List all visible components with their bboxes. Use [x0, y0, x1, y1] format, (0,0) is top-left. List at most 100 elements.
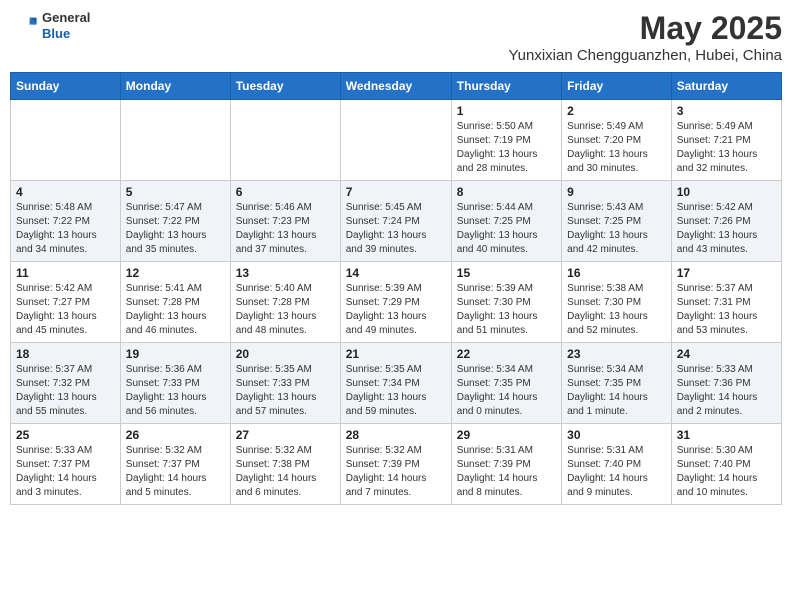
calendar-cell: 13Sunrise: 5:40 AM Sunset: 7:28 PM Dayli…	[230, 262, 340, 343]
day-number: 26	[126, 428, 225, 442]
day-info: Sunrise: 5:50 AM Sunset: 7:19 PM Dayligh…	[457, 120, 556, 176]
day-info: Sunrise: 5:31 AM Sunset: 7:39 PM Dayligh…	[457, 444, 556, 500]
day-number: 17	[677, 266, 776, 280]
day-number: 23	[567, 347, 666, 361]
day-number: 22	[457, 347, 556, 361]
day-number: 10	[677, 185, 776, 199]
calendar-cell: 8 Sunrise: 5:44 AM Sunset: 7:25 PM Daylig…	[451, 181, 561, 262]
day-number: 30	[567, 428, 666, 442]
logo-icon	[10, 12, 38, 40]
day-number: 8	[457, 185, 556, 199]
calendar-cell: 23 Sunrise: 5:34 AM Sunset: 7:35 PM Dayli…	[562, 343, 672, 424]
day-info: Sunrise: 5:40 AM Sunset: 7:28 PM Dayligh…	[236, 282, 335, 338]
calendar-cell: 24 Sunrise: 5:33 AM Sunset: 7:36 PM Dayli…	[671, 343, 781, 424]
calendar-header-row: SundayMondayTuesdayWednesdayThursdayFrid…	[11, 73, 782, 100]
calendar-cell: 16 Sunrise: 5:38 AM Sunset: 7:30 PM Dayli…	[562, 262, 672, 343]
calendar-cell: 2 Sunrise: 5:49 AM Sunset: 7:20 PM Daylig…	[562, 100, 672, 181]
calendar-cell	[11, 100, 121, 181]
day-info: Sunrise: 5:47 AM Sunset: 7:22 PM Dayligh…	[126, 201, 225, 257]
day-info: Sunrise: 5:36 AM Sunset: 7:33 PM Dayligh…	[126, 363, 225, 419]
day-info: Sunrise: 5:38 AM Sunset: 7:30 PM Dayligh…	[567, 282, 666, 338]
column-header-saturday: Saturday	[671, 73, 781, 100]
day-number: 6	[236, 185, 335, 199]
logo-general: General	[42, 10, 90, 26]
column-header-wednesday: Wednesday	[340, 73, 451, 100]
column-header-sunday: Sunday	[11, 73, 121, 100]
day-info: Sunrise: 5:35 AM Sunset: 7:34 PM Dayligh…	[346, 363, 446, 419]
day-number: 29	[457, 428, 556, 442]
day-info: Sunrise: 5:32 AM Sunset: 7:39 PM Dayligh…	[346, 444, 446, 500]
calendar-cell: 9 Sunrise: 5:43 AM Sunset: 7:25 PM Daylig…	[562, 181, 672, 262]
day-number: 4	[16, 185, 115, 199]
calendar-table: SundayMondayTuesdayWednesdayThursdayFrid…	[10, 72, 782, 505]
day-info: Sunrise: 5:44 AM Sunset: 7:25 PM Dayligh…	[457, 201, 556, 257]
day-number: 3	[677, 104, 776, 118]
title-area: May 2025 Yunxixian Chengguanzhen, Hubei,…	[508, 10, 782, 64]
week-row-2: 4 Sunrise: 5:48 AM Sunset: 7:22 PM Daylig…	[11, 181, 782, 262]
calendar-cell: 5 Sunrise: 5:47 AM Sunset: 7:22 PM Daylig…	[120, 181, 230, 262]
week-row-3: 11 Sunrise: 5:42 AM Sunset: 7:27 PM Dayli…	[11, 262, 782, 343]
logo-text: General Blue	[42, 10, 90, 41]
day-info: Sunrise: 5:34 AM Sunset: 7:35 PM Dayligh…	[567, 363, 666, 419]
day-info: Sunrise: 5:37 AM Sunset: 7:32 PM Dayligh…	[16, 363, 115, 419]
calendar-cell: 6 Sunrise: 5:46 AM Sunset: 7:23 PM Daylig…	[230, 181, 340, 262]
calendar-cell: 4 Sunrise: 5:48 AM Sunset: 7:22 PM Daylig…	[11, 181, 121, 262]
calendar-cell: 29 Sunrise: 5:31 AM Sunset: 7:39 PM Dayli…	[451, 424, 561, 505]
day-info: Sunrise: 5:41 AM Sunset: 7:28 PM Dayligh…	[126, 282, 225, 338]
day-info: Sunrise: 5:48 AM Sunset: 7:22 PM Dayligh…	[16, 201, 115, 257]
day-info: Sunrise: 5:39 AM Sunset: 7:29 PM Dayligh…	[346, 282, 446, 338]
calendar-cell: 27 Sunrise: 5:32 AM Sunset: 7:38 PM Dayli…	[230, 424, 340, 505]
day-number: 12	[126, 266, 225, 280]
logo: General Blue	[10, 10, 90, 41]
day-info: Sunrise: 5:49 AM Sunset: 7:21 PM Dayligh…	[677, 120, 776, 176]
logo-blue: Blue	[42, 26, 90, 42]
day-info: Sunrise: 5:32 AM Sunset: 7:37 PM Dayligh…	[126, 444, 225, 500]
day-number: 31	[677, 428, 776, 442]
day-number: 24	[677, 347, 776, 361]
calendar-cell: 14Sunrise: 5:39 AM Sunset: 7:29 PM Dayli…	[340, 262, 451, 343]
day-number: 21	[346, 347, 446, 361]
column-header-thursday: Thursday	[451, 73, 561, 100]
calendar-cell: 31 Sunrise: 5:30 AM Sunset: 7:40 PM Dayli…	[671, 424, 781, 505]
calendar-cell: 25Sunrise: 5:33 AM Sunset: 7:37 PM Dayli…	[11, 424, 121, 505]
day-info: Sunrise: 5:35 AM Sunset: 7:33 PM Dayligh…	[236, 363, 335, 419]
day-info: Sunrise: 5:31 AM Sunset: 7:40 PM Dayligh…	[567, 444, 666, 500]
day-info: Sunrise: 5:43 AM Sunset: 7:25 PM Dayligh…	[567, 201, 666, 257]
day-info: Sunrise: 5:34 AM Sunset: 7:35 PM Dayligh…	[457, 363, 556, 419]
day-number: 18	[16, 347, 115, 361]
calendar-cell: 19 Sunrise: 5:36 AM Sunset: 7:33 PM Dayli…	[120, 343, 230, 424]
day-number: 28	[346, 428, 446, 442]
calendar-cell: 21 Sunrise: 5:35 AM Sunset: 7:34 PM Dayli…	[340, 343, 451, 424]
day-number: 9	[567, 185, 666, 199]
week-row-5: 25Sunrise: 5:33 AM Sunset: 7:37 PM Dayli…	[11, 424, 782, 505]
day-info: Sunrise: 5:30 AM Sunset: 7:40 PM Dayligh…	[677, 444, 776, 500]
day-info: Sunrise: 5:37 AM Sunset: 7:31 PM Dayligh…	[677, 282, 776, 338]
page-header: General Blue May 2025 Yunxixian Chenggua…	[10, 10, 782, 64]
day-number: 2	[567, 104, 666, 118]
month-title: May 2025	[508, 10, 782, 47]
calendar-cell: 11 Sunrise: 5:42 AM Sunset: 7:27 PM Dayli…	[11, 262, 121, 343]
day-number: 25	[16, 428, 115, 442]
calendar-cell	[230, 100, 340, 181]
day-number: 5	[126, 185, 225, 199]
column-header-friday: Friday	[562, 73, 672, 100]
calendar-cell	[120, 100, 230, 181]
day-number: 7	[346, 185, 446, 199]
day-number: 15	[457, 266, 556, 280]
day-info: Sunrise: 5:46 AM Sunset: 7:23 PM Dayligh…	[236, 201, 335, 257]
column-header-tuesday: Tuesday	[230, 73, 340, 100]
day-number: 27	[236, 428, 335, 442]
day-number: 20	[236, 347, 335, 361]
day-number: 16	[567, 266, 666, 280]
calendar-cell: 18 Sunrise: 5:37 AM Sunset: 7:32 PM Dayli…	[11, 343, 121, 424]
calendar-cell: 20 Sunrise: 5:35 AM Sunset: 7:33 PM Dayli…	[230, 343, 340, 424]
week-row-1: 1Sunrise: 5:50 AM Sunset: 7:19 PM Daylig…	[11, 100, 782, 181]
day-number: 19	[126, 347, 225, 361]
day-info: Sunrise: 5:49 AM Sunset: 7:20 PM Dayligh…	[567, 120, 666, 176]
day-info: Sunrise: 5:33 AM Sunset: 7:36 PM Dayligh…	[677, 363, 776, 419]
day-number: 11	[16, 266, 115, 280]
calendar-cell: 12 Sunrise: 5:41 AM Sunset: 7:28 PM Dayli…	[120, 262, 230, 343]
day-info: Sunrise: 5:32 AM Sunset: 7:38 PM Dayligh…	[236, 444, 335, 500]
day-info: Sunrise: 5:42 AM Sunset: 7:27 PM Dayligh…	[16, 282, 115, 338]
calendar-cell: 7Sunrise: 5:45 AM Sunset: 7:24 PM Daylig…	[340, 181, 451, 262]
